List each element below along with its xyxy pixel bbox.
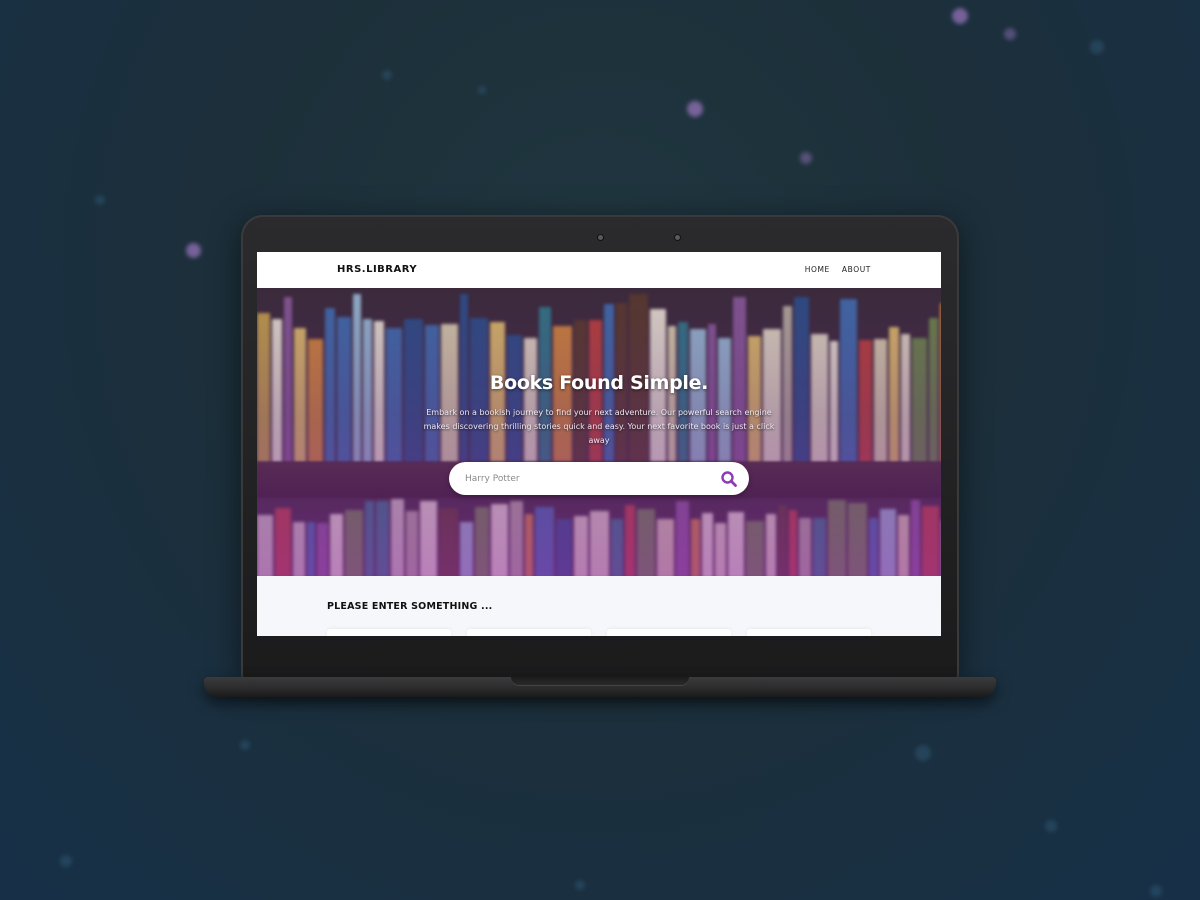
results-section: PLEASE ENTER SOMETHING ...: [257, 576, 941, 636]
bg-glow: [800, 152, 812, 164]
bg-glow: [687, 101, 703, 117]
search-input[interactable]: [465, 471, 705, 486]
bg-glow: [1045, 820, 1057, 832]
nav-links: HOME ABOUT: [805, 265, 871, 274]
search-button[interactable]: [719, 469, 739, 489]
laptop-base: [204, 677, 996, 697]
brand-logo[interactable]: HRS.LIBRARY: [337, 264, 417, 275]
laptop-screen: HRS.LIBRARY HOME ABOUT Books Found Simpl…: [257, 252, 941, 636]
bg-glow: [1150, 885, 1162, 897]
results-heading: PLEASE ENTER SOMETHING ...: [327, 601, 493, 612]
book-card[interactable]: [607, 629, 731, 636]
bg-glow: [240, 740, 250, 750]
book-card[interactable]: [467, 629, 591, 636]
search-bar: [449, 462, 749, 495]
bg-glow: [95, 195, 105, 205]
camera-dot: [675, 235, 680, 240]
camera-dot: [598, 235, 603, 240]
navbar: HRS.LIBRARY HOME ABOUT: [257, 252, 941, 288]
bg-glow: [60, 855, 72, 867]
nav-link-home[interactable]: HOME: [805, 265, 830, 274]
bg-glow: [1004, 28, 1016, 40]
nav-link-about[interactable]: ABOUT: [842, 265, 871, 274]
bg-glow: [952, 8, 968, 24]
bg-glow: [478, 86, 486, 94]
bg-glow: [382, 70, 392, 80]
bg-glow: [186, 243, 201, 258]
book-card[interactable]: [747, 629, 871, 636]
laptop-notch: [511, 677, 689, 686]
bg-glow: [1090, 40, 1104, 54]
hero-subtitle: Embark on a bookish journey to find your…: [423, 408, 775, 445]
bg-glow: [575, 880, 585, 890]
hero: Books Found Simple. Embark on a bookish …: [257, 288, 941, 576]
book-card[interactable]: [327, 629, 451, 636]
search-icon: [721, 471, 737, 487]
hero-title: Books Found Simple.: [489, 372, 709, 394]
bg-glow: [915, 745, 931, 761]
